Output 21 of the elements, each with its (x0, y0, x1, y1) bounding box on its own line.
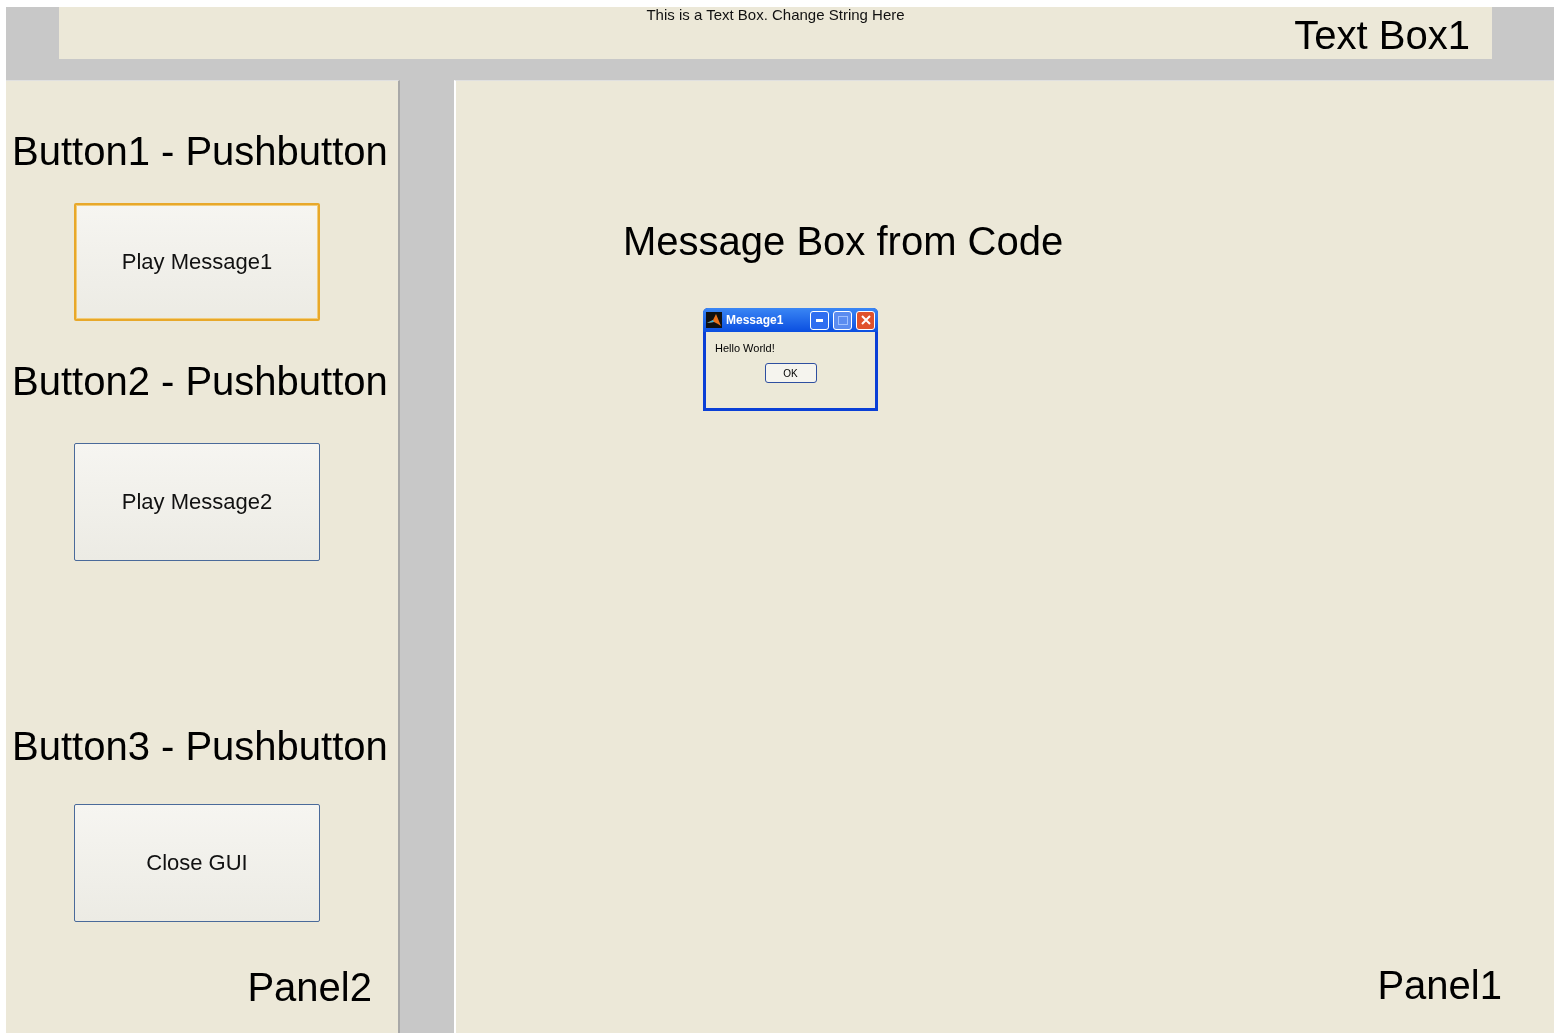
maximize-button[interactable] (833, 310, 852, 330)
annotation-label: Button1 - Pushbutton (12, 129, 389, 173)
app-icon (706, 312, 722, 328)
minimize-button[interactable] (810, 310, 829, 330)
annotation-label: Text Box1 (1294, 13, 1470, 57)
message-text: Hello World! (715, 342, 776, 354)
ok-button[interactable]: OK (764, 363, 817, 383)
close-icon (860, 315, 871, 325)
close-button[interactable] (856, 310, 875, 330)
push-button[interactable]: Close GUI (74, 804, 320, 922)
maximize-icon (837, 315, 848, 325)
window-title: Message1 (726, 313, 785, 327)
annotation-label: Panel2 (247, 965, 372, 1009)
text-box-string: This is a Text Box. Change String Here (646, 6, 905, 23)
annotation-label: Message Box from Code (623, 219, 1065, 263)
annotation-label: Button3 - Pushbutton (12, 724, 389, 768)
minimize-icon (816, 318, 823, 322)
annotation-label: Button2 - Pushbutton (12, 359, 389, 403)
push-button[interactable]: Play Message2 (74, 443, 320, 561)
annotation-label: Panel1 (1377, 963, 1502, 1007)
push-button[interactable]: Play Message1 (74, 203, 320, 321)
